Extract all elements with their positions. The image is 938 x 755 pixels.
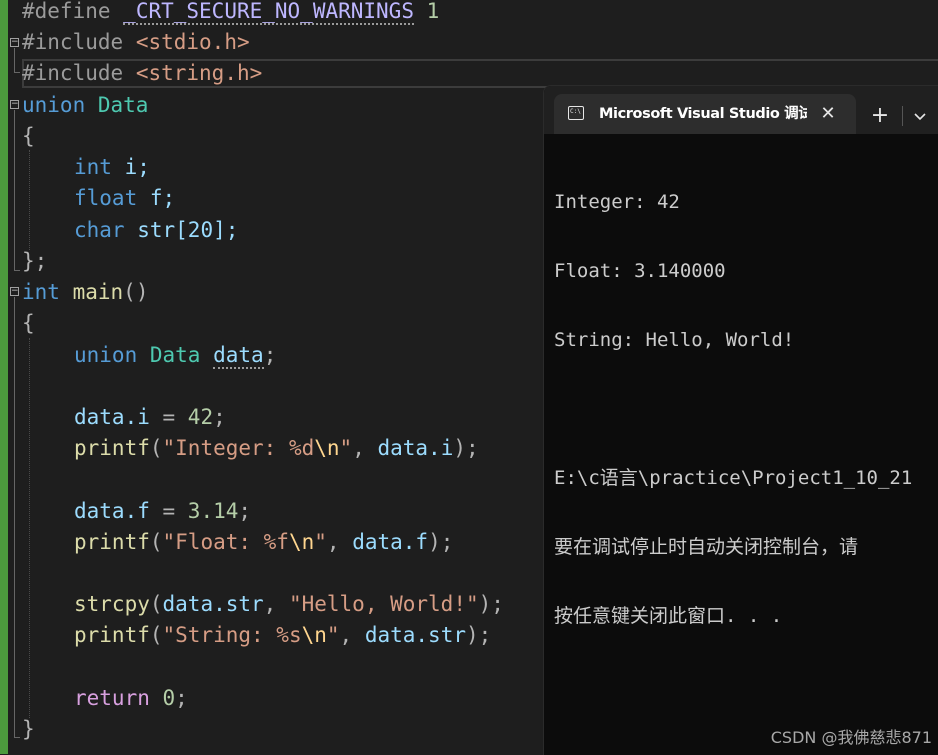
watermark: CSDN @我佛慈悲871 xyxy=(770,728,932,747)
code-line-6[interactable]: int i; xyxy=(22,152,150,183)
code-line-1[interactable]: #define _CRT_SECURE_NO_WARNINGS 1 xyxy=(22,0,439,27)
fold-toggle-main[interactable]: − xyxy=(10,287,19,296)
debug-console-window[interactable]: C:\ Microsoft Visual Studio 调试控制台 ✕ + In… xyxy=(543,85,938,755)
code-line-2[interactable]: #include <stdio.h> xyxy=(22,27,250,58)
fold-guide xyxy=(14,297,15,737)
close-tab-button[interactable]: ✕ xyxy=(816,102,840,126)
code-line-5[interactable]: { xyxy=(22,121,35,152)
fold-guide xyxy=(14,110,15,270)
console-tab[interactable]: C:\ Microsoft Visual Studio 调试控制台 ✕ xyxy=(554,94,856,134)
fold-guide-end xyxy=(14,270,20,271)
code-line-9[interactable]: }; xyxy=(22,246,47,277)
titlebar-separator xyxy=(902,106,903,126)
new-tab-button[interactable]: + xyxy=(866,102,894,130)
fold-guide xyxy=(14,48,15,72)
chevron-down-icon xyxy=(914,113,926,121)
console-titlebar[interactable]: C:\ Microsoft Visual Studio 调试控制台 ✕ + xyxy=(544,86,938,134)
console-tab-title: Microsoft Visual Studio 调试控制台 xyxy=(599,106,807,122)
fold-toggle-union[interactable]: − xyxy=(10,100,19,109)
terminal-icon: C:\ xyxy=(568,106,584,120)
code-line-17[interactable]: data.f = 3.14; xyxy=(22,496,251,527)
code-line-24[interactable]: } xyxy=(22,714,35,745)
console-output: Integer: 42 Float: 3.140000 String: Hell… xyxy=(554,145,912,674)
code-line-23[interactable]: return 0; xyxy=(22,683,188,714)
console-output-line: 要在调试停止时自动关闭控制台，请 xyxy=(554,536,859,558)
console-output-line: String: Hello, World! xyxy=(554,329,795,351)
fold-guide-end xyxy=(14,737,20,738)
code-line-12[interactable]: union Data data; xyxy=(22,340,276,371)
console-output-line: E:\c语言\practice\Project1_10_21 xyxy=(554,467,913,489)
code-line-3[interactable]: #include <string.h> xyxy=(22,58,262,89)
change-tracking-bar xyxy=(0,0,8,754)
code-line-11[interactable]: { xyxy=(22,308,35,339)
code-line-15[interactable]: printf("Integer: %d\n", data.i); xyxy=(22,433,479,464)
tab-dropdown-button[interactable] xyxy=(907,102,933,130)
console-output-line: Integer: 42 xyxy=(554,191,680,213)
fold-guide-end xyxy=(14,72,20,73)
code-line-20[interactable]: strcpy(data.str, "Hello, World!"); xyxy=(22,589,504,620)
fold-toggle-include[interactable]: − xyxy=(10,38,19,47)
code-line-4[interactable]: union Data xyxy=(22,90,148,121)
console-output-line: 按任意键关闭此窗口. . . xyxy=(554,605,783,627)
code-line-8[interactable]: char str[20]; xyxy=(22,215,238,246)
code-line-14[interactable]: data.i = 42; xyxy=(22,402,226,433)
code-line-10[interactable]: int main() xyxy=(22,277,148,308)
code-line-7[interactable]: float f; xyxy=(22,183,175,214)
code-line-21[interactable]: printf("String: %s\n", data.str); xyxy=(22,620,491,651)
console-output-line: Float: 3.140000 xyxy=(554,260,726,282)
code-line-18[interactable]: printf("Float: %f\n", data.f); xyxy=(22,527,453,558)
